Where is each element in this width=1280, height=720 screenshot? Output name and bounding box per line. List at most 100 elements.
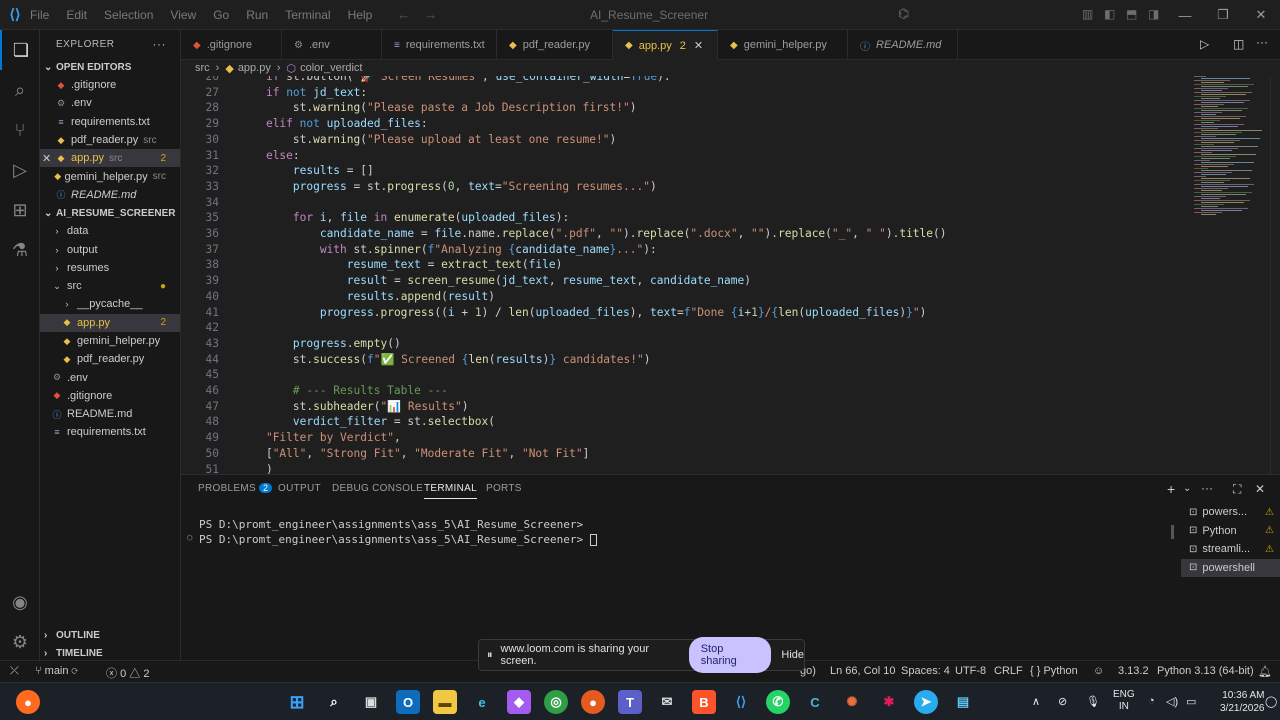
tab-app-py[interactable]: ◆ app.py 2 ✕ — [613, 30, 718, 60]
edge-icon[interactable]: e — [470, 690, 494, 714]
tab-env[interactable]: ⚙ .env — [282, 30, 382, 60]
copilot-status-icon[interactable]: ☺ — [1093, 665, 1104, 677]
open-editor-item[interactable]: ✕ ◆ app.py src 2 — [40, 149, 180, 168]
maximize-icon[interactable]: ❐ — [1204, 0, 1242, 30]
language-mode[interactable]: { } Python — [1030, 665, 1078, 677]
tree-file[interactable]: ⓘ README.md — [40, 405, 180, 423]
menu-item[interactable]: Run — [246, 8, 268, 22]
terminal-instance[interactable]: ⊡ powershell — [1181, 558, 1280, 577]
toggle-sidebar-icon[interactable]: ◧ — [1104, 7, 1115, 21]
clock[interactable]: 10:36 AM 3/21/2026 — [1220, 689, 1265, 715]
terminal-instance[interactable]: ⊡ streamli... ⚠ — [1181, 540, 1280, 558]
close-window-icon[interactable]: ✕ — [1242, 0, 1280, 30]
tab-terminal[interactable]: TERMINAL — [424, 483, 477, 499]
tree-folder[interactable]: › resumes — [40, 259, 180, 277]
editor-more-icon[interactable]: ··· — [1256, 35, 1268, 49]
menu-item[interactable]: Edit — [66, 8, 87, 22]
terminal-instance[interactable]: ⊡ Python ⚠ — [1181, 522, 1280, 540]
tree-folder[interactable]: › data — [40, 222, 180, 240]
language-indicator[interactable]: ENG IN — [1113, 689, 1135, 713]
tree-file[interactable]: ◆ pdf_reader.py — [40, 350, 180, 368]
extensions-icon[interactable]: ⊞ — [0, 190, 40, 230]
telegram-icon[interactable]: ➤ — [914, 690, 938, 714]
outlook-icon[interactable]: O — [396, 690, 420, 714]
toggle-panel-icon[interactable]: ⬒ — [1126, 7, 1137, 21]
code-line[interactable]: result = screen_resume(jd_text, resume_t… — [239, 274, 751, 287]
indentation[interactable]: Spaces: 4 — [901, 665, 950, 677]
python-interpreter[interactable]: Python 3.13 (64-bit) — [1157, 665, 1254, 677]
tab-gitignore[interactable]: ◆ .gitignore — [181, 30, 282, 60]
code-line[interactable]: progress.progress((i + 1) / len(uploaded… — [239, 306, 927, 319]
code-line[interactable]: ["All", "Strong Fit", "Moderate Fit", "N… — [239, 447, 589, 460]
menu-item[interactable]: Help — [348, 8, 373, 22]
tree-file[interactable]: ◆ .gitignore — [40, 387, 180, 405]
python-version[interactable]: 3.13.2 — [1118, 665, 1149, 677]
teams-icon[interactable]: T — [618, 690, 642, 714]
tray-overflow-icon[interactable]: ∧ — [1032, 695, 1040, 708]
menu-item[interactable]: View — [170, 8, 196, 22]
microphone-icon[interactable]: 🎙︎ — [1086, 695, 1100, 708]
code-line[interactable]: resume_text = extract_text(file) — [239, 258, 563, 271]
code-line[interactable]: else: — [239, 149, 300, 162]
toggle-secondary-sidebar-icon[interactable]: ◨ — [1148, 7, 1159, 21]
testing-icon[interactable]: ⚗ — [0, 230, 40, 270]
tree-file[interactable]: ⚙ .env — [40, 368, 180, 386]
end-of-line[interactable]: CRLF — [994, 665, 1023, 677]
mail-icon[interactable]: ✉ — [655, 690, 679, 714]
run-file-icon[interactable]: ▷ — [1200, 37, 1209, 51]
account-icon[interactable]: ◉ — [0, 582, 40, 622]
camera-off-icon[interactable]: ⊘ — [1058, 695, 1067, 708]
slack-icon[interactable]: ✱ — [877, 690, 901, 714]
tab-debug-console[interactable]: DEBUG CONSOLE — [332, 483, 423, 494]
code-line[interactable]: verdict_filter = st.selectbox( — [239, 415, 495, 428]
tree-folder[interactable]: ⌄ src ● — [40, 277, 180, 295]
split-editor-icon[interactable]: ◫ — [1233, 37, 1244, 51]
pause-icon[interactable]: ⏸ — [487, 649, 493, 662]
tree-file[interactable]: ◆ app.py 2 — [40, 313, 180, 332]
breadcrumb-src[interactable]: src — [195, 62, 210, 74]
code-line[interactable]: if st.button("🚀 Screen Resumes", use_con… — [239, 76, 671, 83]
encoding[interactable]: UTF-8 — [955, 665, 986, 677]
tab-ports[interactable]: PORTS — [486, 483, 522, 494]
code-line[interactable]: with st.spinner(f"Analyzing {candidate_n… — [239, 243, 657, 256]
battery-icon[interactable]: ▭ — [1186, 695, 1196, 708]
code-line[interactable]: results.append(result) — [239, 290, 495, 303]
claude-icon[interactable]: ✺ — [840, 690, 864, 714]
menu-item[interactable]: Selection — [104, 8, 153, 22]
notifications-bell-icon[interactable]: 🔔︎ — [1258, 665, 1272, 678]
tab-output[interactable]: OUTPUT — [278, 483, 321, 494]
code-line[interactable]: for i, file in enumerate(uploaded_files)… — [239, 211, 569, 224]
menu-item[interactable]: File — [30, 8, 49, 22]
search-icon[interactable]: ⌕ — [0, 70, 40, 110]
remote-icon[interactable]: ⤫ — [10, 665, 19, 678]
close-icon[interactable]: ✕ — [42, 152, 54, 165]
tab-problems[interactable]: PROBLEMS 2 — [198, 483, 273, 494]
explorer-icon[interactable]: ❏ — [0, 30, 40, 70]
open-editor-item[interactable]: ≡ requirements.txt — [40, 113, 180, 131]
problems-indicator[interactable]: ⓧ 0 △ 2 — [106, 665, 149, 681]
chevron-down-icon[interactable]: ⌄ — [1183, 483, 1191, 494]
open-editor-item[interactable]: ⚙ .env — [40, 94, 180, 112]
cursor-app-icon[interactable]: C — [803, 690, 827, 714]
code-line[interactable]: results = [] — [239, 164, 374, 177]
back-arrow-icon[interactable]: ← — [397, 7, 410, 22]
firefox-notification-icon[interactable]: ● — [16, 690, 40, 714]
tab-pdf-reader-py[interactable]: ◆ pdf_reader.py — [497, 30, 613, 60]
notification-center-icon[interactable]: ◯ — [1265, 695, 1277, 708]
menu-item[interactable]: Terminal — [285, 8, 330, 22]
tab-readme-md[interactable]: ⓘ README.md — [848, 30, 958, 60]
outline-header[interactable]: › OUTLINE — [40, 626, 181, 644]
layout-icon[interactable]: ▥ — [1082, 7, 1093, 21]
tree-file[interactable]: ◆ gemini_helper.py — [40, 332, 180, 350]
copilot-app-icon[interactable]: ◆ — [507, 690, 531, 714]
open-editor-item[interactable]: ◆ pdf_reader.py src — [40, 131, 180, 149]
breadcrumb-symbol[interactable]: color_verdict — [300, 62, 362, 74]
notepad-icon[interactable]: ▤ — [951, 690, 975, 714]
tab-requirements-txt[interactable]: ≡ requirements.txt — [382, 30, 497, 60]
terminal-line[interactable]: ○ PS D:\promt_engineer\assignments\ass_5… — [187, 533, 597, 546]
breadcrumb-file[interactable]: app.py — [238, 62, 271, 74]
wifi-icon[interactable]: ◔ — [1148, 695, 1155, 707]
firefox-icon[interactable]: ● — [581, 690, 605, 714]
code-editor[interactable]: 26 if st.button("🚀 Screen Resumes", use_… — [181, 76, 1280, 474]
volume-icon[interactable]: ◁) — [1166, 695, 1178, 708]
